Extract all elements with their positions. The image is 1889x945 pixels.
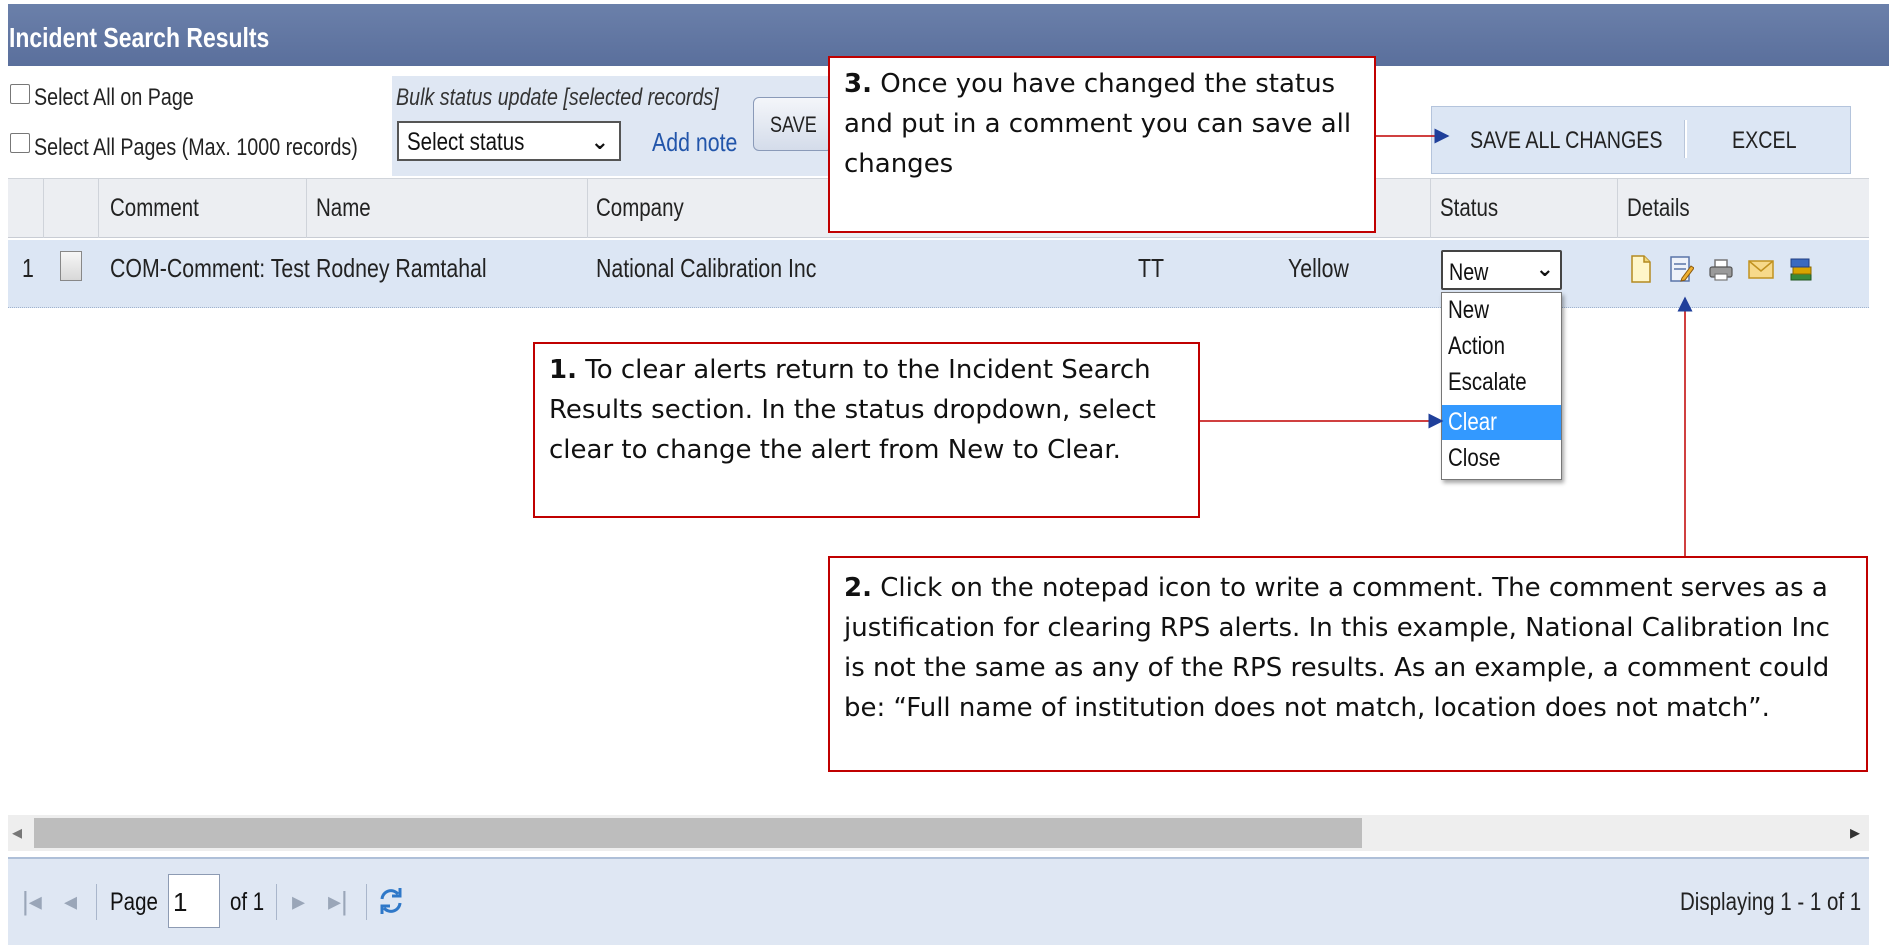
refresh-icon[interactable] (376, 884, 406, 918)
annotation-step-2: 2. Click on the notepad icon to write a … (828, 556, 1868, 772)
displaying-count: Displaying 1 - 1 of 1 (1680, 888, 1862, 916)
annotation-step-3-text: Once you have changed the status and put… (844, 69, 1352, 179)
page-label: Page (110, 888, 158, 916)
annotation-step-1-text: To clear alerts return to the Incident S… (549, 355, 1156, 465)
previous-page-icon[interactable]: ◂ (64, 886, 77, 917)
scroll-left-icon[interactable]: ◂ (12, 820, 22, 845)
pager-separator (366, 884, 367, 920)
annotation-step-1-number: 1. (549, 355, 577, 385)
pager-separator (276, 884, 277, 920)
annotation-step-2-number: 2. (844, 573, 872, 603)
annotation-step-3-number: 3. (844, 69, 872, 99)
scrollbar-thumb[interactable] (34, 818, 1362, 848)
page-number-input[interactable]: 1 (168, 874, 220, 928)
next-page-icon[interactable]: ▸ (292, 886, 305, 917)
pagination-bar (8, 857, 1869, 945)
first-page-icon[interactable]: |◂ (22, 886, 42, 917)
pager-separator (96, 884, 97, 920)
annotation-step-2-text: Click on the notepad icon to write a com… (844, 573, 1830, 723)
annotation-step-1: 1. To clear alerts return to the Inciden… (533, 342, 1200, 518)
last-page-icon[interactable]: ▸| (328, 886, 348, 917)
scroll-right-icon[interactable]: ▸ (1850, 820, 1860, 845)
annotation-step-3: 3. Once you have changed the status and … (828, 56, 1376, 233)
page-number-value: 1 (173, 887, 188, 917)
page-total-label: of 1 (230, 888, 265, 916)
